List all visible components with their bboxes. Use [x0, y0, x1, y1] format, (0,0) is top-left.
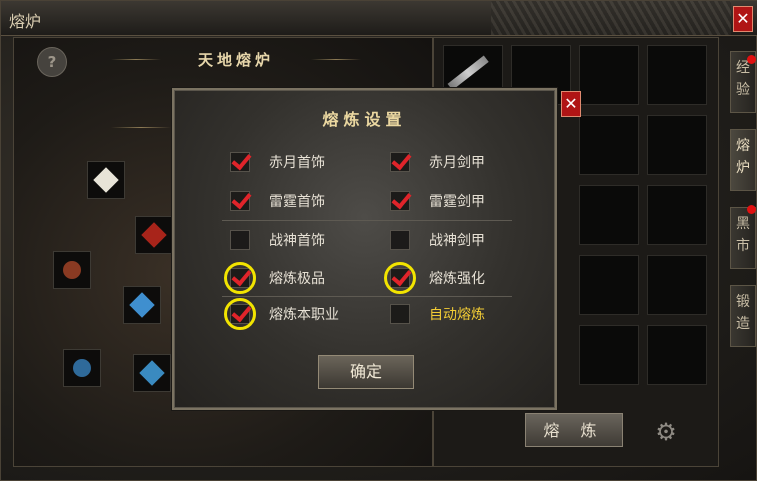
grid-slot[interactable] [579, 45, 639, 105]
checkbox[interactable] [230, 304, 250, 324]
material-slot[interactable] [53, 251, 91, 289]
option-label: 熔炼强化 [429, 271, 485, 287]
grid-slot[interactable] [579, 185, 639, 245]
option-zhanshen-jewelry[interactable]: 战神首饰 [230, 228, 325, 252]
checkbox[interactable] [390, 268, 410, 288]
option-chiyue-jewelry[interactable]: 赤月首饰 [230, 150, 325, 174]
checkbox[interactable] [230, 191, 250, 211]
option-label: 雷霆首饰 [269, 194, 325, 210]
divider [222, 220, 512, 221]
furnace-title: 天地熔炉 [197, 51, 274, 69]
grid-slot[interactable] [579, 325, 639, 385]
option-label: 熔炼极品 [269, 271, 325, 287]
option-label: 雷霆剑甲 [429, 194, 485, 210]
material-slot[interactable] [123, 286, 161, 324]
grid-slot[interactable] [647, 325, 707, 385]
dialog-close-button[interactable]: ✕ [561, 91, 581, 117]
material-slot[interactable] [63, 349, 101, 387]
material-slot[interactable] [87, 161, 125, 199]
smelt-settings-dialog: 熔炼设置 赤月首饰 赤月剑甲 雷霆首饰 雷霆剑甲 战神首饰 战神剑甲 熔炼极品 … [172, 88, 557, 410]
checkbox[interactable] [230, 230, 250, 250]
dialog-title: 熔炼设置 [322, 110, 407, 129]
red-gem-icon [141, 222, 167, 248]
material-slot[interactable] [133, 354, 171, 392]
window-close-button[interactable]: ✕ [733, 6, 753, 32]
tab-furnace[interactable]: 熔炉 [730, 129, 756, 191]
divider [222, 296, 512, 297]
tab-forge[interactable]: 锻造 [730, 285, 756, 347]
title-ornament-right [311, 59, 361, 60]
option-smelt-premium[interactable]: 熔炼极品 [230, 266, 325, 290]
option-label: 熔炼本职业 [269, 307, 339, 323]
checkbox[interactable] [390, 230, 410, 250]
blue-stone-icon [139, 360, 165, 386]
red-amulet-icon [59, 257, 85, 283]
checkbox[interactable] [230, 268, 250, 288]
help-icon[interactable]: ? [37, 47, 67, 77]
divider-ornament [111, 127, 171, 128]
notification-dot [747, 55, 756, 64]
option-label: 赤月剑甲 [429, 155, 485, 171]
option-leiting-armor[interactable]: 雷霆剑甲 [390, 189, 485, 213]
window-title: 熔炉 [9, 12, 42, 31]
title-bar: 熔炉 [1, 1, 757, 36]
dragon-ornament [491, 1, 731, 35]
blue-amulet-icon [69, 355, 95, 381]
checkbox[interactable] [390, 152, 410, 172]
grid-slot[interactable] [647, 185, 707, 245]
option-label: 战神剑甲 [429, 233, 485, 249]
option-label: 赤月首饰 [269, 155, 325, 171]
option-chiyue-armor[interactable]: 赤月剑甲 [390, 150, 485, 174]
grid-slot[interactable] [579, 255, 639, 315]
checkbox[interactable] [390, 191, 410, 211]
material-slot[interactable] [135, 216, 173, 254]
option-label: 战神首饰 [269, 233, 325, 249]
grid-slot[interactable] [647, 255, 707, 315]
confirm-button[interactable]: 确定 [318, 355, 414, 389]
option-zhanshen-armor[interactable]: 战神剑甲 [390, 228, 485, 252]
smelt-button[interactable]: 熔 炼 [525, 413, 623, 447]
grid-slot[interactable] [579, 115, 639, 175]
option-leiting-jewelry[interactable]: 雷霆首饰 [230, 189, 325, 213]
crystal-icon [93, 167, 119, 193]
checkbox[interactable] [230, 152, 250, 172]
tab-black-market[interactable]: 黑市 [730, 207, 756, 269]
gear-icon[interactable]: ⚙ [653, 419, 679, 445]
checkbox[interactable] [390, 304, 410, 324]
notification-dot [747, 205, 756, 214]
grid-slot[interactable] [647, 115, 707, 175]
grid-slot[interactable] [647, 45, 707, 105]
option-auto-smelt[interactable]: 自动熔炼 [390, 302, 485, 326]
option-label: 自动熔炼 [429, 307, 485, 323]
option-smelt-own-class[interactable]: 熔炼本职业 [230, 302, 339, 326]
option-smelt-enhanced[interactable]: 熔炼强化 [390, 266, 485, 290]
blue-gem-icon [129, 292, 155, 318]
